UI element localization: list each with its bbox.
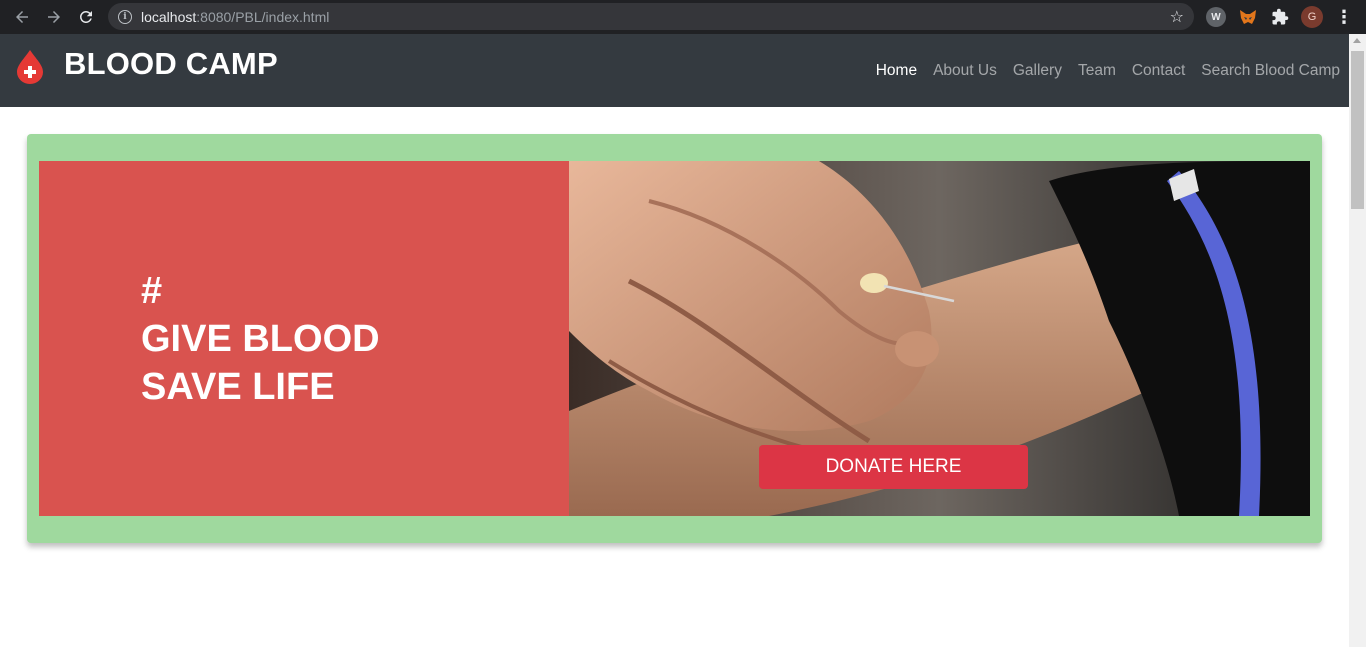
brand-title[interactable]: BLOOD CAMP [64, 46, 278, 82]
nav-team[interactable]: Team [1078, 62, 1116, 80]
arrow-right-icon [48, 11, 60, 23]
url-host: localhost [141, 8, 197, 25]
url-path: :8080/PBL/index.html [196, 8, 330, 25]
bookmark-star-icon[interactable]: ☆ [1170, 7, 1184, 27]
hero-text-panel: # GIVE BLOOD SAVE LIFE [39, 161, 569, 516]
arrow-left-icon [16, 11, 28, 23]
hero-save-life: SAVE LIFE [141, 366, 335, 408]
browser-toolbar: i localhost:8080/PBL/index.html ☆ W G ⋮ [0, 0, 1366, 34]
avatar-initial: G [1301, 6, 1323, 28]
nav-search-blood-camp[interactable]: Search Blood Camp [1201, 62, 1340, 80]
nav-about-us[interactable]: About Us [933, 62, 997, 80]
extensions-button[interactable] [1269, 6, 1291, 28]
back-button[interactable] [6, 1, 38, 33]
hero-give-blood: GIVE BLOOD [141, 318, 380, 360]
scroll-up-arrow-icon[interactable] [1353, 38, 1361, 43]
nav-home[interactable]: Home [876, 62, 917, 80]
page-scrollbar[interactable] [1349, 34, 1366, 647]
browser-menu-icon[interactable]: ⋮ [1333, 6, 1355, 28]
nav-contact[interactable]: Contact [1132, 62, 1185, 80]
hero-card: # GIVE BLOOD SAVE LIFE DONATE HERE [27, 134, 1322, 543]
hero-image: DONATE HERE [569, 161, 1310, 516]
hero-heading: # GIVE BLOOD SAVE LIFE [141, 267, 380, 411]
info-icon[interactable]: i [118, 9, 132, 24]
donate-here-button[interactable]: DONATE HERE [759, 445, 1028, 489]
site-navbar: BLOOD CAMP Home About Us Gallery Team Co… [0, 34, 1349, 107]
nav-gallery[interactable]: Gallery [1013, 62, 1062, 80]
reload-button[interactable] [70, 1, 102, 33]
profile-avatar[interactable]: G [1301, 6, 1323, 28]
address-bar[interactable]: i localhost:8080/PBL/index.html ☆ [108, 3, 1194, 30]
scrollbar-thumb[interactable] [1351, 51, 1364, 209]
puzzle-icon [1272, 8, 1289, 25]
extension-w-button[interactable]: W [1205, 6, 1227, 28]
w-extension-icon: W [1206, 7, 1226, 27]
reload-icon [79, 10, 92, 23]
forward-button[interactable] [38, 1, 70, 33]
blood-drop-icon [17, 50, 43, 84]
metamask-extension-button[interactable] [1237, 6, 1259, 28]
fox-icon [1240, 10, 1256, 24]
hero-hash: # [141, 270, 163, 312]
nav-links: Home About Us Gallery Team Contact Searc… [876, 62, 1340, 80]
